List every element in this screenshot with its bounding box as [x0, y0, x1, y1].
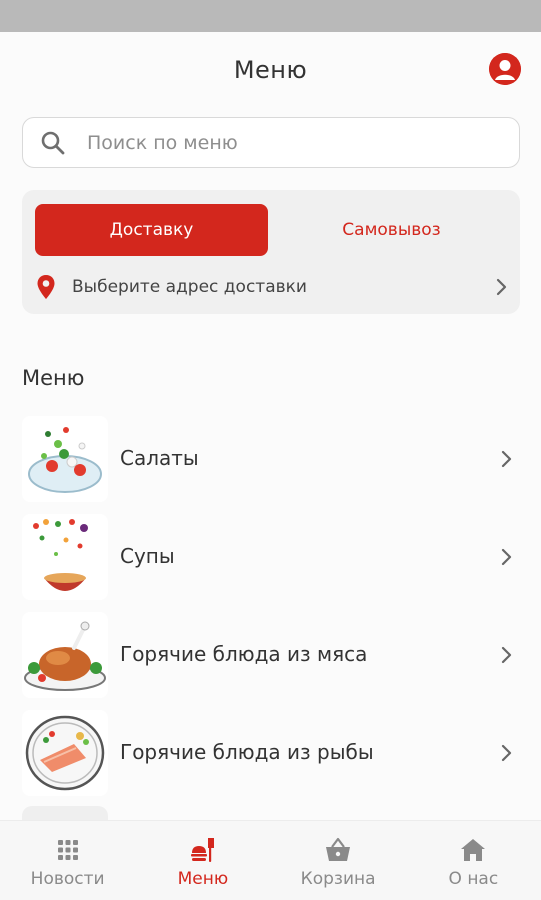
page-title: Меню — [233, 56, 308, 84]
address-selector[interactable]: Выберите адрес доставки — [36, 272, 508, 302]
grid-icon — [53, 835, 83, 865]
pickup-tab[interactable]: Самовывоз — [275, 204, 508, 256]
menu-item-label: Супы — [120, 544, 175, 568]
menu-item-label: Горячие блюда из мяса — [120, 642, 368, 666]
chevron-right-icon — [499, 646, 513, 664]
menu-category-list: Салаты Супы Горячие блюда из мяса Горячи… — [0, 410, 541, 802]
menu-item-label: Горячие блюда из рыбы — [120, 740, 374, 764]
menu-item-meat-dishes[interactable]: Горячие блюда из мяса — [0, 606, 541, 704]
chevron-right-icon — [499, 548, 513, 566]
location-pin-icon — [36, 274, 56, 300]
menu-section-title: Меню — [22, 366, 85, 390]
basket-icon — [323, 835, 353, 865]
chevron-right-icon — [494, 278, 508, 296]
nav-label: Новости — [30, 869, 105, 889]
nav-news[interactable]: Новости — [0, 821, 135, 900]
menu-item-soups[interactable]: Супы — [0, 508, 541, 606]
chevron-right-icon — [499, 450, 513, 468]
chevron-right-icon — [499, 744, 513, 762]
address-placeholder: Выберите адрес доставки — [72, 277, 307, 297]
bottom-navigation: Новости Меню Корзина О нас — [0, 820, 541, 900]
profile-icon[interactable] — [489, 53, 521, 85]
delivery-tab[interactable]: Доставку — [35, 204, 268, 256]
menu-item-salads[interactable]: Салаты — [0, 410, 541, 508]
nav-label: О нас — [448, 869, 499, 889]
app-header: Меню — [0, 32, 541, 108]
home-icon — [458, 835, 488, 865]
nav-cart[interactable]: Корзина — [271, 821, 406, 900]
menu-item-fish-dishes[interactable]: Горячие блюда из рыбы — [0, 704, 541, 802]
nav-label: Корзина — [300, 869, 376, 889]
nav-label: Меню — [177, 869, 229, 889]
search-input[interactable] — [87, 131, 467, 154]
nav-menu[interactable]: Меню — [135, 821, 270, 900]
delivery-mode-panel: Доставку Самовывоз Выберите адрес достав… — [22, 190, 520, 314]
salad-image — [22, 416, 108, 502]
search-bar[interactable] — [22, 117, 520, 168]
menu-item-label: Салаты — [120, 446, 199, 470]
search-icon — [39, 129, 67, 157]
fish-dish-image — [22, 710, 108, 796]
menu-food-icon — [188, 835, 218, 865]
status-bar — [0, 0, 541, 32]
meat-dish-image — [22, 612, 108, 698]
nav-about[interactable]: О нас — [406, 821, 541, 900]
soup-image — [22, 514, 108, 600]
